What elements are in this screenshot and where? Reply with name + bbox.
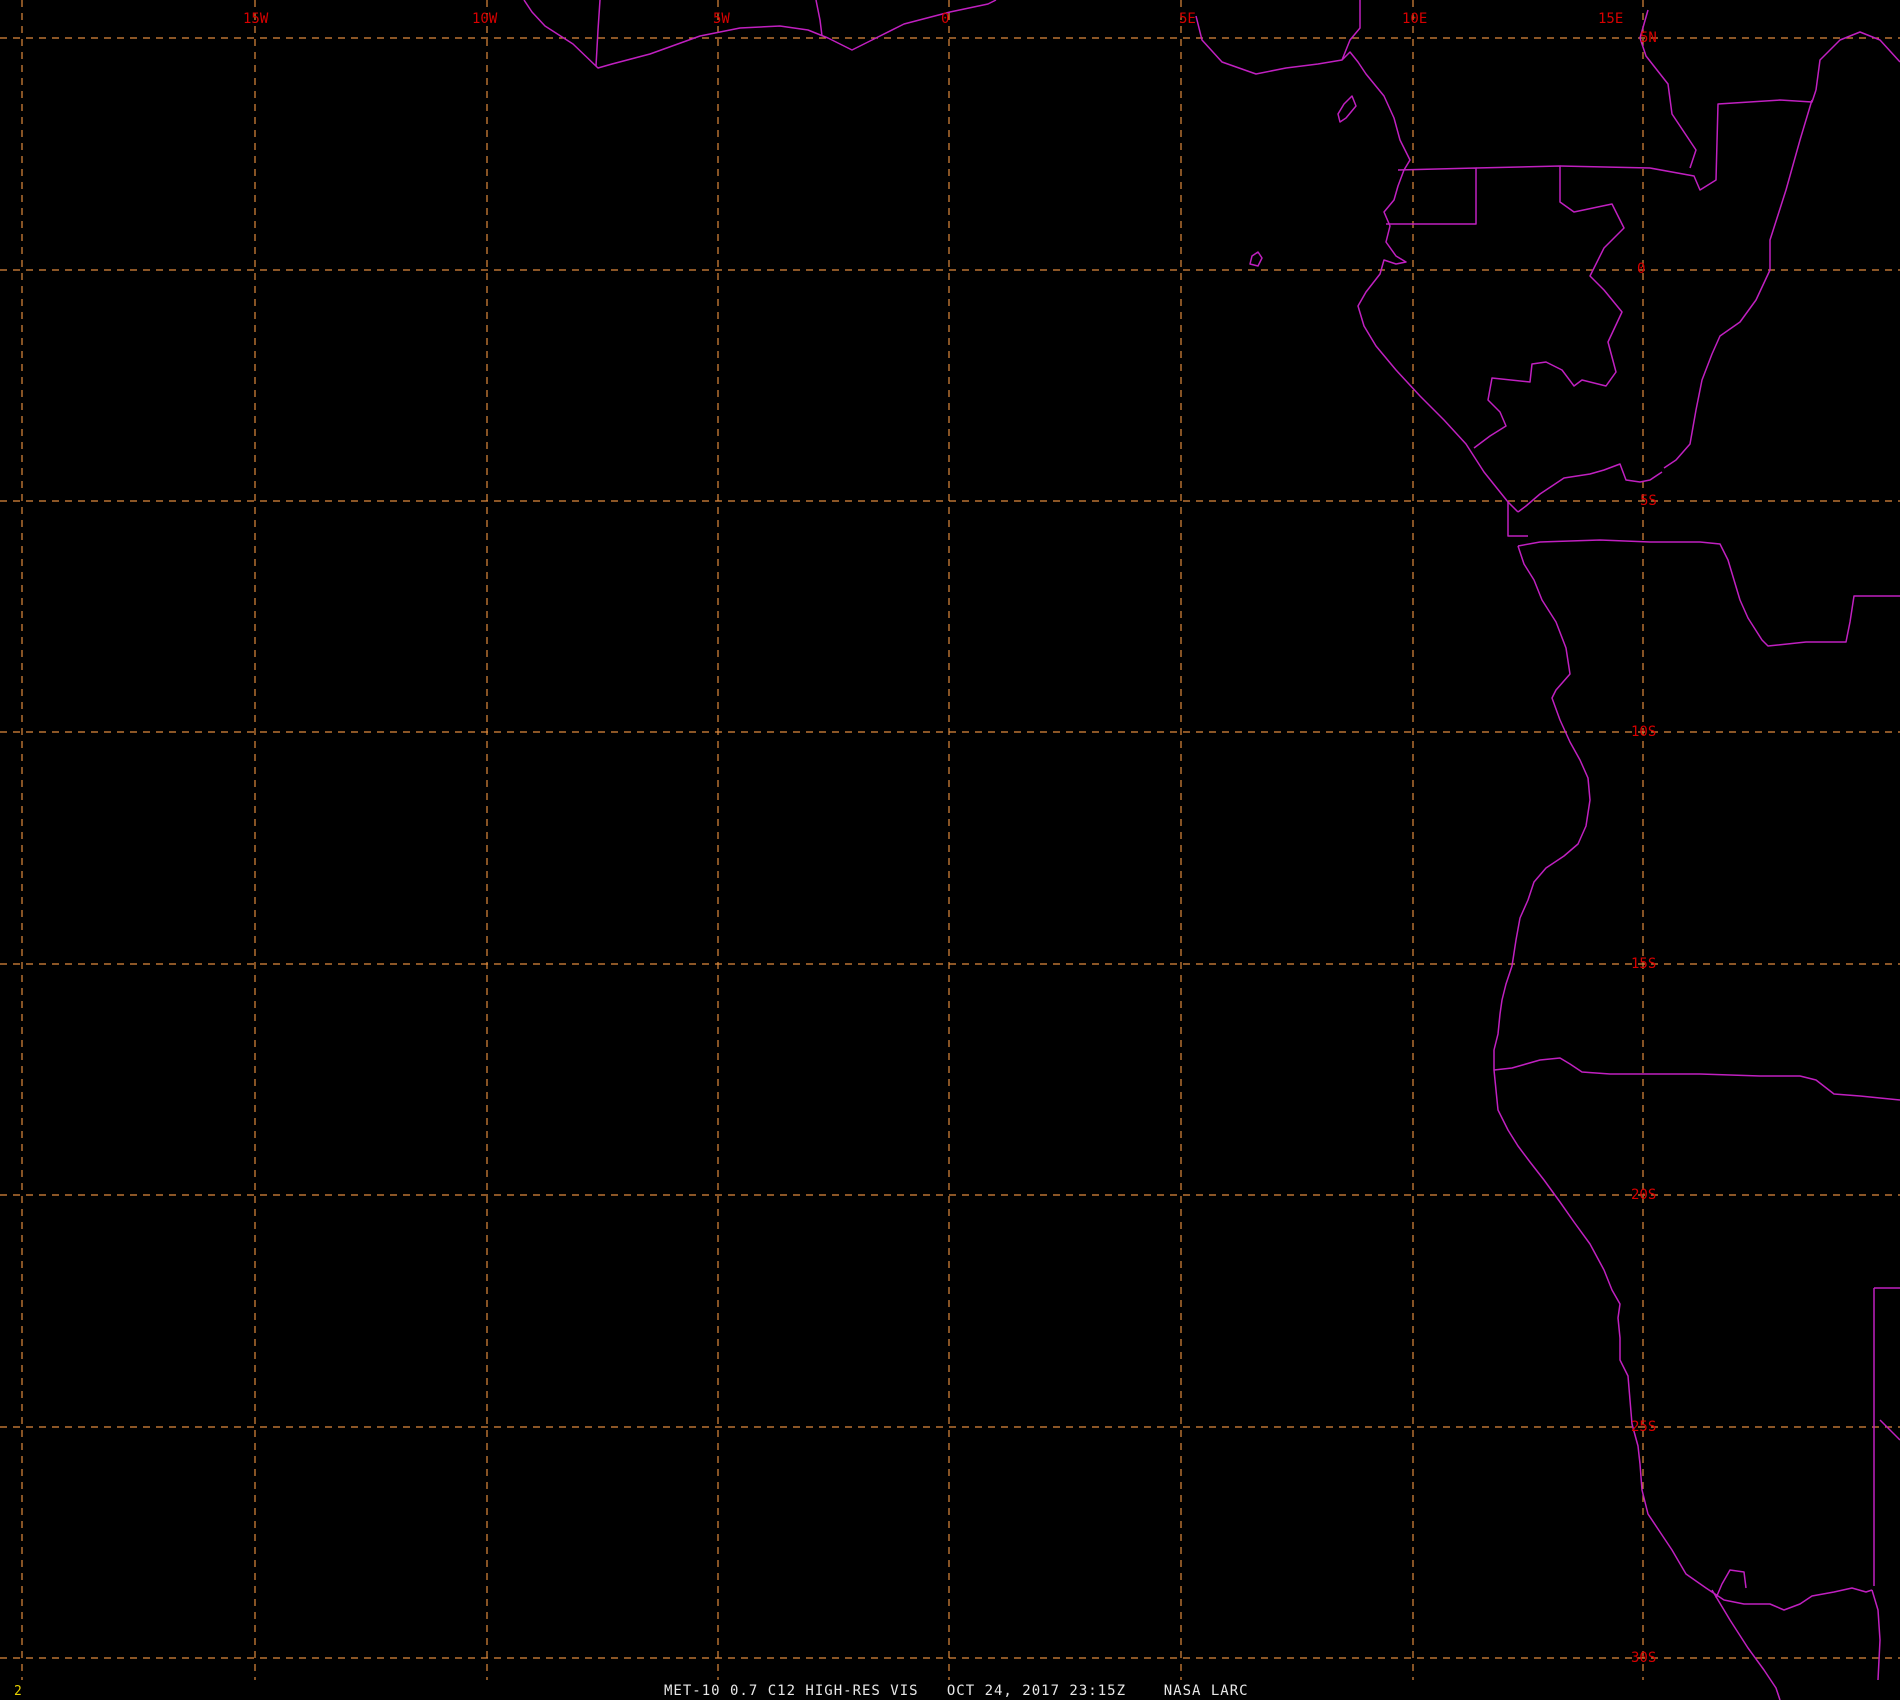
longitude-label: 5W: [713, 11, 730, 27]
map-background: [0, 0, 1900, 1700]
longitude-label: 0: [941, 11, 949, 27]
latitude-label: 5S: [1640, 493, 1657, 509]
latitude-label: 5N: [1640, 30, 1657, 46]
latitude-label: 30S: [1631, 1650, 1656, 1666]
longitude-label: 15W: [243, 11, 269, 27]
longitude-label: 15E: [1598, 11, 1623, 27]
latitude-label: 25S: [1631, 1419, 1656, 1435]
image-caption: MET-10 0.7 C12 HIGH-RES VIS OCT 24, 2017…: [664, 1683, 1249, 1699]
latitude-label: 15S: [1631, 956, 1656, 972]
longitude-label: 10E: [1402, 11, 1427, 27]
longitude-label: 10W: [472, 11, 498, 27]
latitude-label: 0: [1637, 261, 1645, 277]
latitude-label: 20S: [1631, 1187, 1656, 1203]
frame-number: 2: [14, 1684, 22, 1699]
longitude-label: 5E: [1179, 11, 1196, 27]
satellite-map: 15W 10W 5W 0 5E 10E 15E 5N 0 5S 10S 15S …: [0, 0, 1900, 1700]
latitude-label: 10S: [1631, 724, 1656, 740]
